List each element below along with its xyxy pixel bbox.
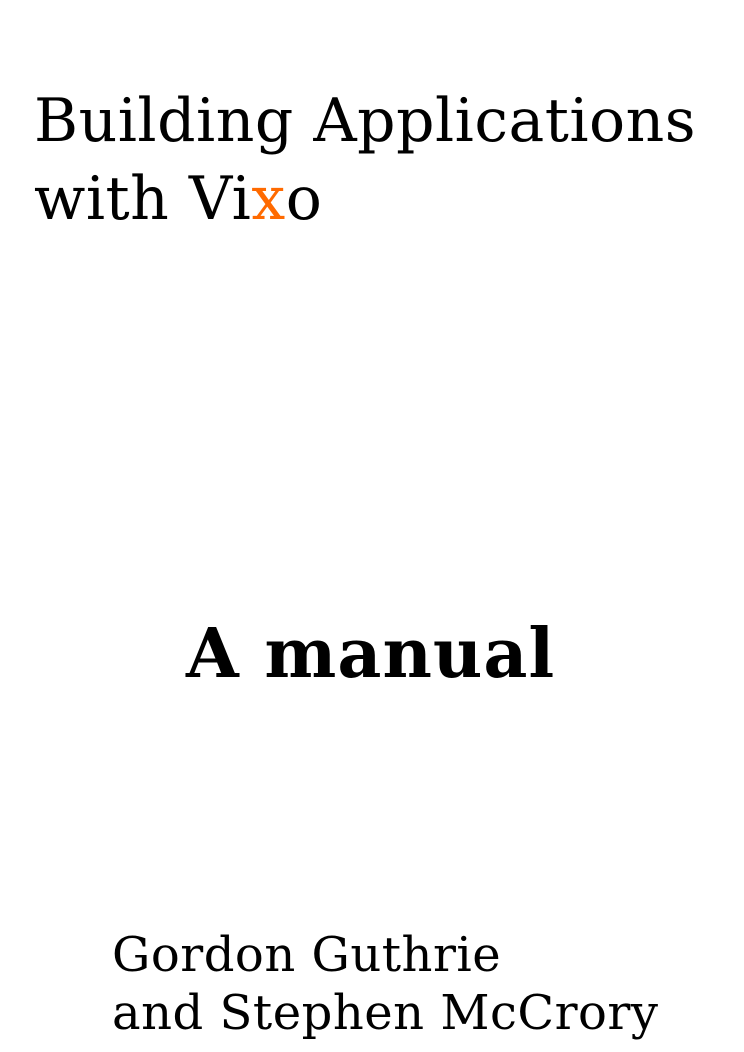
book-cover: Building Applications with Vixo A manual… (0, 0, 744, 1052)
book-title: Building Applications with Vixo (34, 82, 744, 238)
book-authors: Gordon Guthrie and Stephen McCrory (112, 926, 658, 1042)
author-line-2: and Stephen McCrory (112, 985, 659, 1041)
title-line-2-prefix: with Vi (34, 164, 252, 234)
title-line-2-suffix: o (285, 164, 323, 234)
title-line-1: Building Applications (34, 86, 697, 156)
book-subtitle: A manual (186, 614, 556, 694)
author-line-1: Gordon Guthrie (112, 927, 502, 983)
title-line-2: with Vixo (34, 160, 744, 238)
title-accent-letter: x (251, 164, 286, 234)
